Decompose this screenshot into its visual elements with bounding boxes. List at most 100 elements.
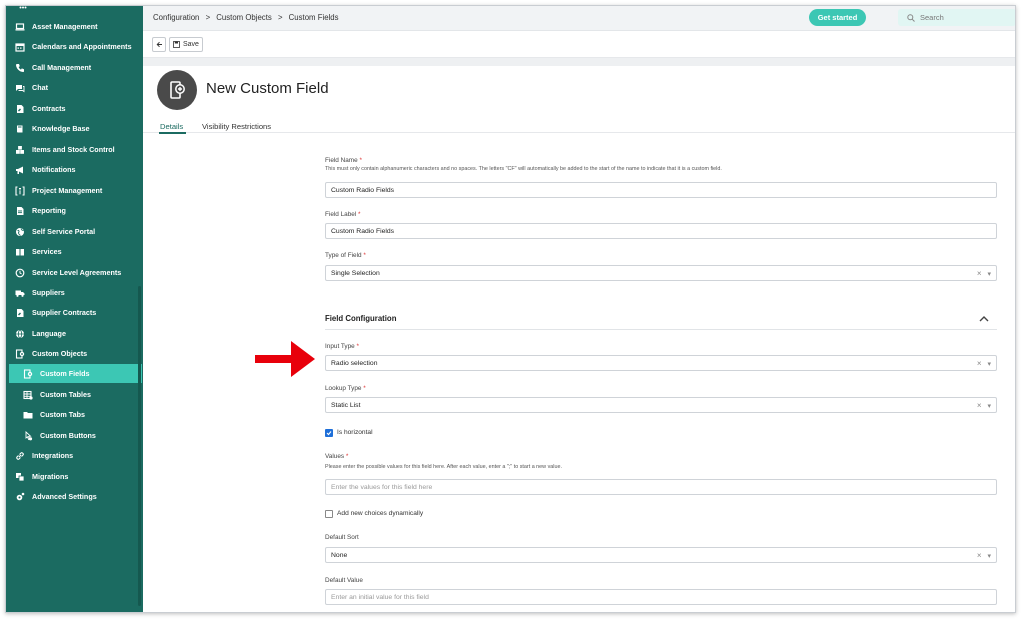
tab-details[interactable]: Details [160, 122, 183, 131]
field-name-input[interactable]: Custom Radio Fields [325, 182, 997, 198]
sidebar-item-label: Self Service Portal [32, 227, 96, 236]
required-marker: * [363, 385, 366, 392]
clear-icon[interactable]: × [977, 359, 982, 368]
chevron-down-icon[interactable]: ▾ [987, 552, 991, 560]
chevron-down-icon[interactable]: ▾ [987, 360, 991, 368]
back-button[interactable] [152, 37, 166, 52]
contract-icon [15, 308, 25, 318]
sidebar-item-language[interactable]: Language [6, 324, 143, 343]
is-horizontal-label: Is horizontal [337, 429, 373, 436]
sidebar-item-services[interactable]: Services [6, 242, 143, 261]
sidebar-item-custom-tabs[interactable]: Custom Tabs [6, 405, 143, 424]
sidebar-item-label: Calendars and Appointments [32, 42, 132, 51]
sidebar-item-custom-fields[interactable]: Custom Fields [9, 364, 142, 383]
sidebar-item-self-service-portal[interactable]: Self Service Portal [6, 222, 143, 241]
sidebar-item-label: Notifications [32, 165, 76, 174]
tab-visibility-restrictions[interactable]: Visibility Restrictions [202, 122, 271, 131]
breadcrumb-item-custom-objects[interactable]: Custom Objects [216, 13, 271, 22]
select-controls: × ▾ [977, 269, 991, 278]
default-sort-select[interactable]: None × ▾ [325, 547, 997, 563]
chevron-up-icon[interactable] [978, 314, 990, 324]
laptop-icon [15, 22, 25, 32]
chevron-down-icon[interactable]: ▾ [987, 270, 991, 278]
selected-value: Radio selection [331, 359, 378, 367]
sidebar-item-custom-tables[interactable]: Custom Tables [6, 385, 143, 404]
link-icon [15, 451, 25, 461]
values-input[interactable]: Enter the values for this field here [325, 479, 997, 495]
checkmark-icon [326, 431, 332, 436]
clear-icon[interactable]: × [977, 401, 982, 410]
save-button[interactable]: Save [169, 37, 203, 52]
toolbar: Save [143, 32, 1015, 58]
sidebar-item-asset-management[interactable]: Asset Management [6, 17, 143, 36]
sidebar-item-reporting[interactable]: Reporting [6, 201, 143, 220]
sidebar-item-items-stock[interactable]: Items and Stock Control [6, 140, 143, 159]
default-value-input[interactable]: Enter an initial value for this field [325, 589, 997, 605]
sidebar-item-label: Project Management [32, 186, 103, 195]
sidebar-item-label: Custom Tables [40, 390, 91, 399]
page-title: New Custom Field [206, 80, 329, 97]
sidebar-item-label: Knowledge Base [32, 124, 90, 133]
report-icon [15, 206, 25, 216]
sidebar-item-supplier-contracts[interactable]: Supplier Contracts [6, 303, 143, 322]
save-label: Save [183, 41, 199, 48]
sidebar-item-project-management[interactable]: Project Management [6, 181, 143, 200]
default-value-label: Default Value [325, 577, 363, 584]
sidebar-item-custom-objects[interactable]: Custom Objects [6, 344, 143, 363]
sidebar-scrollbar[interactable] [138, 286, 141, 606]
sidebar-item-integrations[interactable]: Integrations [6, 446, 143, 465]
clear-icon[interactable]: × [977, 551, 982, 560]
migration-icon [15, 472, 25, 482]
required-marker: * [363, 252, 366, 259]
input-type-select[interactable]: Radio selection × ▾ [325, 355, 997, 371]
sidebar-item-label: Custom Tabs [40, 410, 85, 419]
sidebar-item-migrations[interactable]: Migrations [6, 467, 143, 486]
required-marker: * [359, 157, 362, 164]
label-text: Field Name [325, 157, 358, 164]
add-new-choices-checkbox[interactable] [325, 510, 333, 518]
chevron-down-icon[interactable]: ▾ [987, 402, 991, 410]
section-divider [325, 329, 997, 330]
sidebar-item-label: Integrations [32, 451, 74, 460]
selected-value: Single Selection [331, 269, 380, 277]
type-of-field-select[interactable]: Single Selection × ▾ [325, 265, 997, 281]
floppy-disk-icon [173, 41, 180, 48]
sidebar-item-chat[interactable]: Chat [6, 78, 143, 97]
sidebar-item-advanced-settings[interactable]: Advanced Settings [6, 487, 143, 506]
sidebar-item-custom-buttons[interactable]: Custom Buttons [6, 426, 143, 445]
sidebar-item-knowledge-base[interactable]: Knowledge Base [6, 119, 143, 138]
sidebar-item-label: Custom Buttons [40, 431, 96, 440]
label-text: Lookup Type [325, 385, 362, 392]
sidebar-item-label: Custom Fields [40, 369, 90, 378]
sidebar-item-suppliers[interactable]: Suppliers [6, 283, 143, 302]
sidebar-item-contracts[interactable]: Contracts [6, 99, 143, 118]
sidebar-item-sla[interactable]: Service Level Agreements [6, 263, 143, 282]
phone-icon [15, 63, 25, 73]
is-horizontal-checkbox[interactable] [325, 429, 333, 437]
arrow-left-icon [156, 41, 162, 48]
breadcrumb-item-configuration[interactable]: Configuration [153, 13, 199, 22]
search-placeholder: Search [920, 13, 944, 22]
chat-icon [15, 83, 25, 93]
boxes-icon [15, 145, 25, 155]
field-label-label: Field Label * [325, 211, 361, 218]
search-input[interactable]: Search [898, 9, 1015, 26]
field-label-input[interactable]: Custom Radio Fields [325, 223, 997, 239]
sidebar-item-call-management[interactable]: Call Management [6, 58, 143, 77]
clear-icon[interactable]: × [977, 269, 982, 278]
sidebar-item-notifications[interactable]: Notifications [6, 160, 143, 179]
sidebar-item-label: Asset Management [32, 22, 98, 31]
field-configuration-heading: Field Configuration [325, 314, 397, 323]
type-of-field-label: Type of Field * [325, 252, 366, 259]
field-name-hint: This must only contain alphanumeric char… [325, 166, 722, 172]
field-name-label: Field Name * [325, 157, 362, 164]
top-bar: Configuration > Custom Objects > Custom … [143, 6, 1015, 31]
project-icon [15, 185, 25, 196]
custom-field-icon [23, 368, 33, 379]
get-started-button[interactable]: Get started [809, 9, 866, 26]
contract-icon [15, 104, 25, 114]
content-divider [143, 58, 1015, 66]
selected-value: Static List [331, 401, 361, 409]
lookup-type-select[interactable]: Static List × ▾ [325, 397, 997, 413]
sidebar-item-calendars[interactable]: Calendars and Appointments [6, 37, 143, 56]
